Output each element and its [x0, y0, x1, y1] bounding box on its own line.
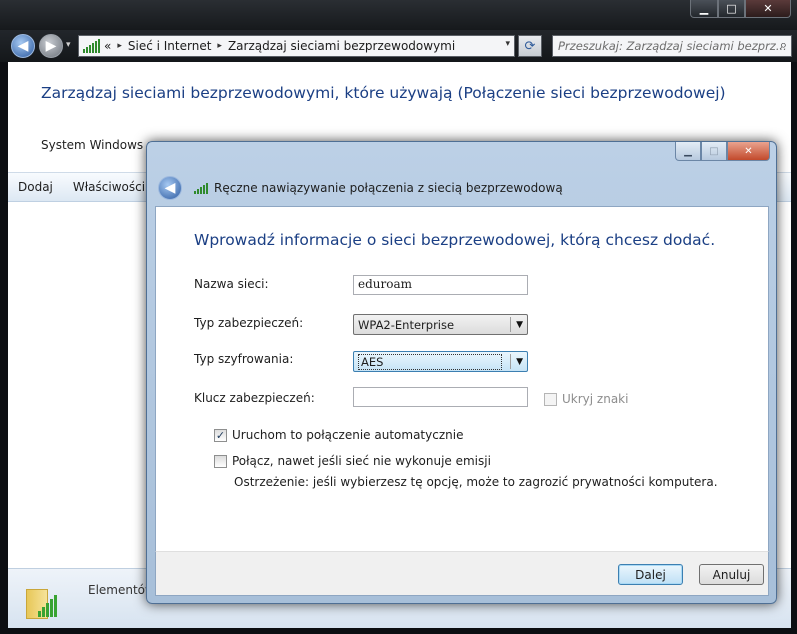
- privacy-warning: Ostrzeżenie: jeśli wybierzesz tę opcję, …: [234, 475, 718, 489]
- chevron-down-icon[interactable]: ▾: [505, 39, 510, 49]
- network-name-label: Nazwa sieci:: [194, 277, 269, 291]
- hide-characters-checkbox: [544, 392, 557, 406]
- chevron-right-icon[interactable]: ▸: [217, 41, 222, 51]
- security-key-input[interactable]: [353, 387, 528, 407]
- search-placeholder: Przeszukaj: Zarządzaj sieciami bezprz...: [558, 39, 787, 53]
- back-button[interactable]: ◀: [11, 34, 35, 58]
- security-type-label: Typ zabezpieczeń:: [194, 316, 304, 330]
- address-bar[interactable]: « ▸ Sieć i Internet ▸ Zarządzaj sieciami…: [78, 35, 515, 57]
- chevron-down-icon: ▼: [510, 317, 523, 332]
- dialog-heading: Wprowadź informacje o sieci bezprzewodow…: [194, 231, 716, 249]
- auto-start-option[interactable]: ✓ Uruchom to połączenie automatycznie: [214, 428, 463, 442]
- dialog-title: Ręczne nawiązywanie połączenia z siecią …: [214, 181, 563, 195]
- wireless-folder-icon: [24, 581, 60, 621]
- main-title-bar: ▁ □ ✕: [0, 0, 797, 30]
- items-count-label: Elementów: [88, 583, 155, 597]
- minimize-button[interactable]: ▁: [690, 0, 718, 18]
- forward-button[interactable]: ▶: [39, 34, 63, 58]
- refresh-button[interactable]: ⟳: [518, 35, 542, 57]
- hide-characters-label: Ukryj znaki: [562, 392, 629, 406]
- address-overflow[interactable]: «: [104, 39, 111, 53]
- network-name-input[interactable]: eduroam: [353, 275, 528, 295]
- page-title: Zarządzaj sieciami bezprzewodowymi, któr…: [41, 84, 726, 102]
- auto-start-label[interactable]: Uruchom to połączenie automatycznie: [232, 428, 463, 442]
- chevron-right-icon: ▸: [117, 41, 122, 51]
- dialog-footer: Dalej Anuluj: [155, 551, 769, 596]
- connect-hidden-label[interactable]: Połącz, nawet jeśli sieć nie wykonuje em…: [232, 454, 491, 468]
- close-button[interactable]: ✕: [745, 0, 791, 18]
- chevron-down-icon: ▼: [510, 354, 523, 369]
- encryption-type-value: AES: [358, 353, 503, 370]
- add-button[interactable]: Dodaj: [8, 180, 63, 194]
- cancel-button[interactable]: Anuluj: [699, 564, 764, 585]
- dialog-back-button[interactable]: ◀: [158, 176, 182, 200]
- navigation-bar: ◀ ▶ ▾ « ▸ Sieć i Internet ▸ Zarządzaj si…: [0, 30, 797, 62]
- hide-characters-option: Ukryj znaki: [544, 392, 628, 406]
- wireless-network-icon: [83, 39, 101, 53]
- dialog-caption-buttons: ▁ □ ✕: [675, 142, 770, 161]
- dialog-maximize-button: □: [701, 142, 727, 161]
- encryption-type-select[interactable]: AES ▼: [353, 351, 528, 372]
- connect-hidden-option[interactable]: Połącz, nawet jeśli sieć nie wykonuje em…: [214, 454, 491, 468]
- next-button[interactable]: Dalej: [618, 564, 683, 585]
- breadcrumb-manage-wireless[interactable]: Zarządzaj sieciami bezprzewodowymi: [228, 39, 455, 53]
- wireless-signal-icon: [194, 182, 208, 194]
- maximize-button[interactable]: □: [718, 0, 745, 18]
- breadcrumb-network-internet[interactable]: Sieć i Internet: [128, 39, 212, 53]
- auto-start-checkbox[interactable]: ✓: [214, 428, 227, 442]
- manual-wireless-connection-dialog: ▁ □ ✕ ◀ Ręczne nawiązywanie połączenia z…: [146, 141, 777, 604]
- recent-pages-dropdown[interactable]: ▾: [66, 40, 71, 50]
- main-caption-buttons: ▁ □ ✕: [690, 0, 791, 18]
- security-type-select[interactable]: WPA2-Enterprise ▼: [353, 314, 528, 335]
- search-input[interactable]: Przeszukaj: Zarządzaj sieciami bezprz...…: [552, 35, 792, 57]
- encryption-type-label: Typ szyfrowania:: [194, 352, 294, 366]
- connect-hidden-checkbox[interactable]: [214, 454, 227, 468]
- security-type-value: WPA2-Enterprise: [358, 317, 455, 332]
- dialog-minimize-button[interactable]: ▁: [675, 142, 701, 161]
- security-key-label: Klucz zabezpieczeń:: [194, 391, 315, 405]
- page-description: System Windows pr: [41, 138, 160, 152]
- dialog-body: Wprowadź informacje o sieci bezprzewodow…: [155, 206, 769, 551]
- dialog-header: ◀ Ręczne nawiązywanie połączenia z sieci…: [155, 172, 768, 204]
- dialog-close-button[interactable]: ✕: [727, 142, 770, 161]
- search-icon[interactable]: ⌕: [780, 38, 787, 53]
